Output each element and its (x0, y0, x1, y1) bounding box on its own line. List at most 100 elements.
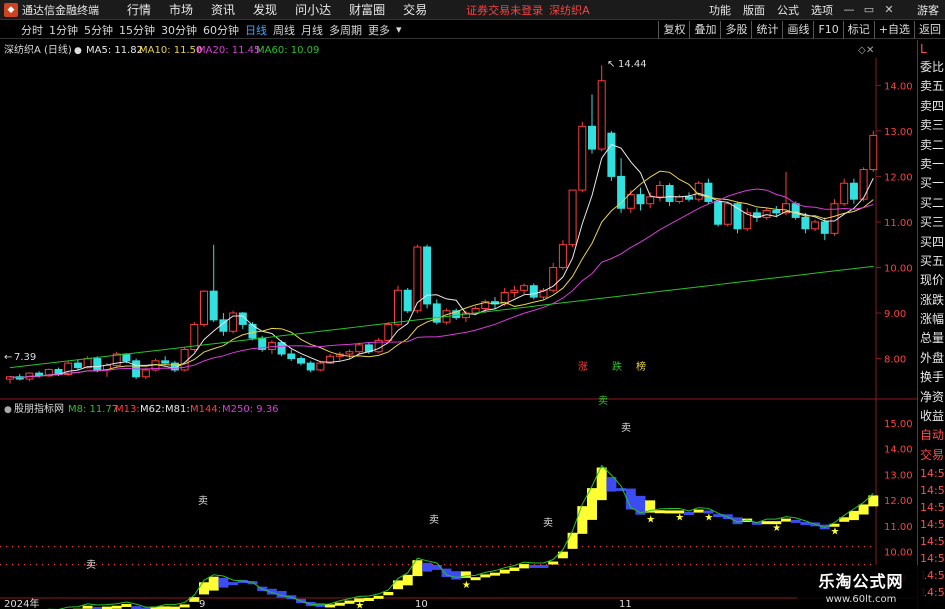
menu-market[interactable]: 市场 (160, 1, 202, 18)
menu-ask[interactable]: 问小达 (286, 1, 340, 18)
main-settings-icon[interactable]: ● (74, 46, 82, 56)
candle-body[interactable] (306, 362, 315, 371)
candle-body[interactable] (297, 358, 305, 364)
sidebar-item[interactable]: 卖二 (918, 136, 945, 155)
candle-body[interactable] (161, 360, 170, 364)
menu-layout[interactable]: 版面 (737, 2, 771, 18)
candle-body[interactable] (665, 185, 674, 202)
marker-rank[interactable]: 榜 (636, 360, 646, 373)
tool-adjust[interactable]: 复权 (658, 21, 689, 39)
menu-trade[interactable]: 交易 (394, 1, 436, 18)
period-5min[interactable]: 5分钟 (81, 22, 116, 38)
sidebar-item[interactable]: 外盘 (918, 349, 945, 368)
candle-body[interactable] (704, 182, 713, 202)
candle-body[interactable] (830, 203, 839, 234)
tool-back[interactable]: 返回 (914, 21, 945, 39)
candle-body[interactable] (122, 353, 131, 362)
sidebar-item[interactable]: 涨幅 (918, 310, 945, 329)
sidebar-item[interactable]: 14:56 (918, 482, 945, 499)
candle-body[interactable] (558, 244, 567, 268)
candle-body[interactable] (267, 342, 276, 350)
candle-body[interactable] (723, 203, 732, 225)
sidebar-item[interactable]: 买一 (918, 174, 945, 193)
period-15min[interactable]: 15分钟 (116, 22, 158, 38)
candle-body[interactable] (646, 196, 655, 205)
panel-close-icon[interactable]: ✕ (866, 45, 874, 56)
menu-news[interactable]: 资讯 (202, 1, 244, 18)
candle-body[interactable] (694, 182, 703, 200)
sidebar-item[interactable]: 买三 (918, 213, 945, 232)
sidebar-item[interactable]: 买五 (918, 252, 945, 271)
sidebar-item[interactable]: 净资 (918, 388, 945, 407)
sidebar-item[interactable]: 收益 (918, 407, 945, 426)
sidebar-item[interactable]: 买二 (918, 194, 945, 213)
sidebar-item[interactable]: 卖三 (918, 116, 945, 135)
candle-body[interactable] (597, 80, 606, 150)
period-1min[interactable]: 1分钟 (46, 22, 81, 38)
candle-body[interactable] (568, 189, 577, 246)
candle-body[interactable] (578, 125, 587, 191)
period-weekly[interactable]: 周线 (270, 22, 298, 38)
kline-chart[interactable]: 深纺织A (日线) ● MA5: 11.82 MA10: 11.50 MA20:… (0, 40, 917, 609)
sidebar-item[interactable]: 交易 (918, 446, 945, 465)
candle-body[interactable] (141, 369, 150, 378)
candle-body[interactable] (200, 290, 208, 325)
sidebar-head[interactable]: L (918, 40, 945, 58)
period-30min[interactable]: 30分钟 (158, 22, 200, 38)
candle-body[interactable] (714, 200, 723, 225)
sidebar-item[interactable]: 涨跌 (918, 291, 945, 310)
indicator-settings-icon[interactable]: ● (4, 405, 12, 415)
candle-body[interactable] (762, 210, 771, 218)
period-multi[interactable]: 多周期 (326, 22, 365, 38)
candle-body[interactable] (859, 169, 868, 200)
candle-body[interactable] (316, 362, 325, 371)
sidebar-item[interactable]: 14:56 (918, 516, 945, 533)
candle-body[interactable] (840, 182, 849, 205)
menu-quotes[interactable]: 行情 (118, 1, 160, 18)
sidebar-item[interactable]: 现价 (918, 271, 945, 290)
candle-body[interactable] (685, 196, 693, 200)
candle-body[interactable] (520, 285, 529, 291)
tool-multistock[interactable]: 多股 (720, 21, 751, 39)
candle-body[interactable] (93, 358, 102, 371)
candle-body[interactable] (73, 362, 82, 369)
candle-body[interactable] (607, 132, 616, 177)
candle-body[interactable] (384, 323, 393, 341)
candle-body[interactable] (849, 182, 858, 200)
period-monthly[interactable]: 月线 (298, 22, 326, 38)
period-daily[interactable]: 日线 (242, 22, 270, 38)
guest-label[interactable]: 游客 (911, 2, 945, 18)
candle-body[interactable] (869, 134, 878, 171)
menu-function[interactable]: 功能 (703, 2, 737, 18)
sidebar-item[interactable]: 买四 (918, 233, 945, 252)
candle-body[interactable] (588, 125, 596, 150)
candle-body[interactable] (394, 289, 402, 325)
sidebar-item[interactable]: 自动 (918, 426, 945, 445)
candle-body[interactable] (403, 289, 412, 312)
menu-formula[interactable]: 公式 (771, 2, 805, 18)
tool-f10[interactable]: F10 (813, 21, 842, 39)
tool-add-watchlist[interactable]: +自选 (873, 21, 914, 39)
menu-discover[interactable]: 发现 (244, 1, 286, 18)
tool-draw[interactable]: 画线 (782, 21, 813, 39)
menu-options[interactable]: 选项 (805, 2, 839, 18)
sidebar-item[interactable]: 卖四 (918, 97, 945, 116)
candle-body[interactable] (277, 342, 286, 355)
candle-body[interactable] (287, 353, 296, 360)
sidebar-item[interactable]: 14:56 (918, 465, 945, 482)
period-60min[interactable]: 60分钟 (200, 22, 242, 38)
marker-down[interactable]: 跌 (612, 360, 622, 373)
candle-body[interactable] (811, 221, 820, 230)
candle-body[interactable] (529, 285, 538, 298)
sidebar-item[interactable]: 14:56 (918, 499, 945, 516)
tool-mark[interactable]: 标记 (842, 21, 874, 39)
tool-stats[interactable]: 统计 (751, 21, 782, 39)
period-more[interactable]: 更多 (365, 22, 393, 38)
candle-body[interactable] (772, 210, 781, 214)
candle-body[interactable] (549, 266, 558, 291)
sidebar-item[interactable]: 换手 (918, 368, 945, 387)
candle-body[interactable] (655, 185, 664, 198)
candle-body[interactable] (820, 221, 829, 234)
candle-body[interactable] (510, 289, 519, 294)
maximize-icon[interactable]: ▭ (860, 2, 878, 18)
